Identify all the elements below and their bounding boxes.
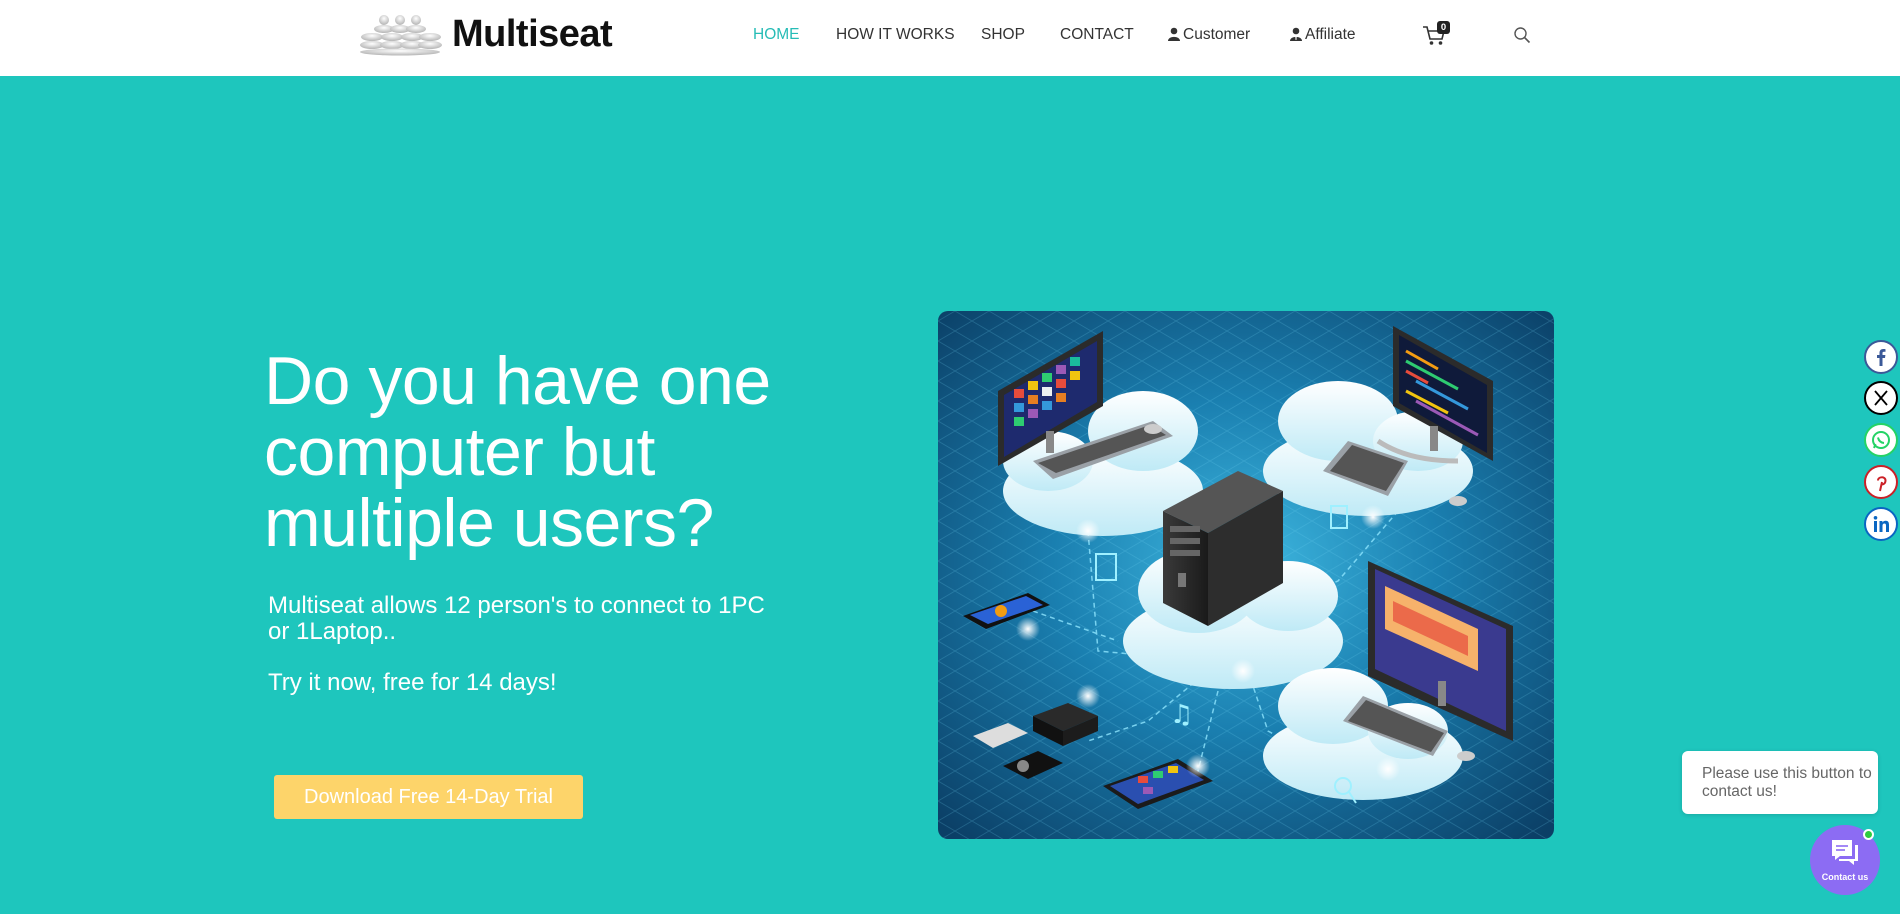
facebook-share-button[interactable]: [1864, 340, 1898, 374]
x-icon: [1874, 390, 1888, 406]
site-header: Multiseat HOME HOW IT WORKS SHOP CONTACT…: [0, 0, 1900, 76]
hero-trial-text: Try it now, free for 14 days!: [268, 669, 557, 696]
hero-subtitle: Multiseat allows 12 person's to connect …: [268, 592, 765, 645]
nav-customer[interactable]: Customer: [1168, 26, 1250, 44]
search-icon[interactable]: [1513, 26, 1531, 44]
contact-tooltip: Please use this button to contact us!: [1682, 751, 1878, 814]
whatsapp-share-button[interactable]: [1864, 423, 1898, 457]
online-status-dot: [1863, 829, 1874, 840]
facebook-icon: [1877, 349, 1886, 366]
brand-name: Multiseat: [452, 13, 613, 55]
nav-shop[interactable]: SHOP: [981, 26, 1025, 44]
logo-people-icon: [360, 15, 442, 56]
download-trial-button[interactable]: Download Free 14-Day Trial: [274, 775, 583, 819]
nav-home[interactable]: HOME: [753, 26, 800, 44]
nav-contact[interactable]: CONTACT: [1060, 26, 1134, 44]
nav-how-it-works[interactable]: HOW IT WORKS: [836, 26, 955, 44]
multiseat-illustration: ♫: [938, 311, 1554, 839]
nav-affiliate[interactable]: Affiliate: [1290, 26, 1356, 44]
user-tie-icon: [1290, 27, 1302, 41]
contact-us-label: Contact us: [1821, 872, 1869, 882]
pinterest-icon: [1877, 476, 1887, 492]
nav-affiliate-label: Affiliate: [1305, 26, 1356, 43]
svg-text:♫: ♫: [1170, 700, 1193, 730]
cart-count-badge: 0: [1437, 21, 1450, 34]
linkedin-share-button[interactable]: [1864, 507, 1898, 541]
whatsapp-icon: [1872, 431, 1890, 449]
hero-title: Do you have one computer but multiple us…: [264, 343, 771, 561]
user-icon: [1168, 27, 1180, 41]
brand-logo[interactable]: Multiseat: [358, 12, 618, 60]
x-share-button[interactable]: [1864, 381, 1898, 415]
pinterest-share-button[interactable]: [1864, 465, 1898, 499]
linkedin-icon: [1873, 516, 1889, 532]
cart-button[interactable]: 0: [1422, 21, 1452, 48]
nav-customer-label: Customer: [1183, 26, 1251, 43]
